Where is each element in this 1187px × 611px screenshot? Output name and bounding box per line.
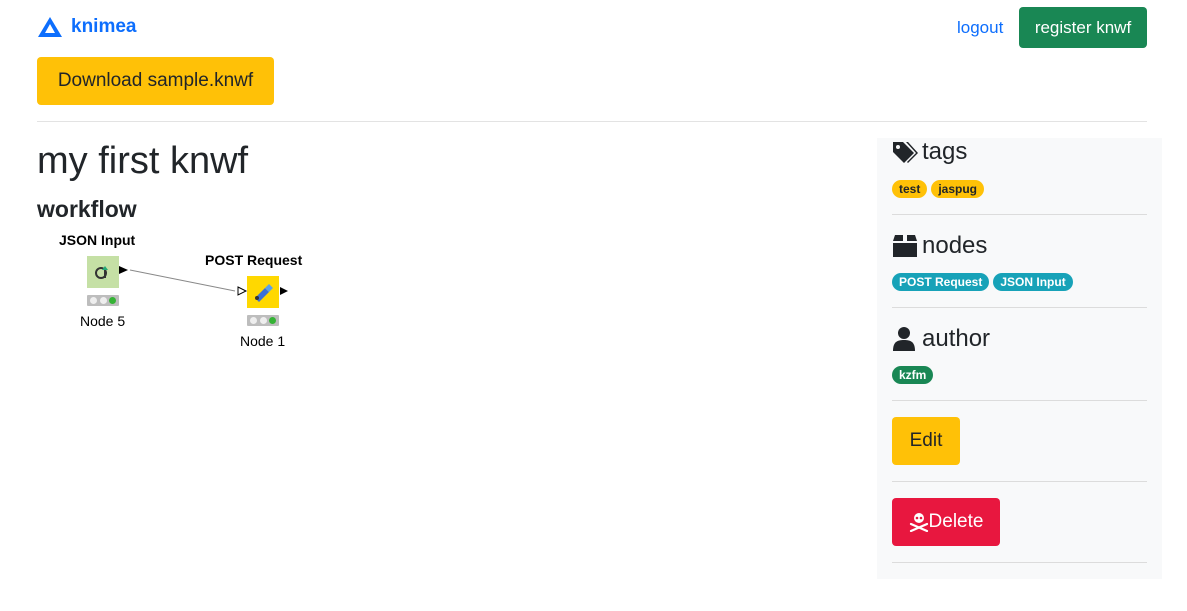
tag-badge[interactable]: jaspug: [931, 180, 985, 198]
node-badge[interactable]: POST Request: [892, 273, 990, 291]
post-request-icon[interactable]: [247, 276, 279, 308]
author-title: author: [922, 325, 991, 352]
page-title: my first knwf: [37, 140, 249, 182]
divider: [892, 562, 1147, 563]
author-badge[interactable]: kzfm: [892, 366, 934, 384]
author-list: kzfm: [892, 366, 934, 384]
node-status-indicator: [87, 295, 119, 306]
divider: [37, 121, 1147, 122]
divider: [892, 307, 1147, 308]
tags-icon: [893, 142, 918, 163]
input-port-icon: [237, 286, 248, 296]
divider: [892, 400, 1147, 401]
nodes-title: nodes: [922, 232, 988, 259]
sidebar: tags test jaspug nodes POST Request JSON…: [877, 138, 1162, 579]
node-list: POST Request JSON Input: [892, 273, 1073, 291]
node-status-indicator: [247, 315, 279, 326]
box-icon: [893, 235, 917, 257]
workflow-diagram: JSON Input Node 5 POST Request Node 1: [50, 225, 350, 365]
nodes-heading: nodes: [892, 232, 987, 260]
delete-label: Delete: [928, 511, 984, 532]
user-icon: [893, 327, 915, 351]
node-label-json-input: JSON Input: [59, 232, 136, 248]
skull-crossbones-icon: [909, 513, 928, 532]
brand-name: knimea: [71, 16, 137, 37]
download-sample-button[interactable]: Download sample.knwf: [37, 57, 274, 105]
register-knwf-button[interactable]: register knwf: [1019, 7, 1147, 48]
tags-title: tags: [922, 138, 968, 165]
node-label-post-request: POST Request: [205, 252, 303, 268]
tag-list: test jaspug: [892, 180, 985, 198]
tags-heading: tags: [892, 138, 967, 166]
delete-button[interactable]: Delete: [892, 498, 1000, 546]
json-input-icon[interactable]: [87, 256, 119, 288]
divider: [892, 481, 1147, 482]
mountain-logo-icon: [38, 17, 62, 37]
section-title: workflow: [37, 196, 137, 222]
tag-badge[interactable]: test: [892, 180, 928, 198]
author-heading: author: [892, 325, 990, 353]
brand-link[interactable]: knimea: [37, 16, 136, 38]
node-badge[interactable]: JSON Input: [993, 273, 1073, 291]
logout-link[interactable]: logout: [957, 18, 1003, 38]
divider: [892, 214, 1147, 215]
output-port-icon: [280, 287, 288, 295]
output-port-icon: [119, 266, 128, 274]
node-name-1: Node 1: [240, 333, 286, 349]
node-name-5: Node 5: [80, 313, 126, 329]
edit-button[interactable]: Edit: [892, 417, 960, 465]
